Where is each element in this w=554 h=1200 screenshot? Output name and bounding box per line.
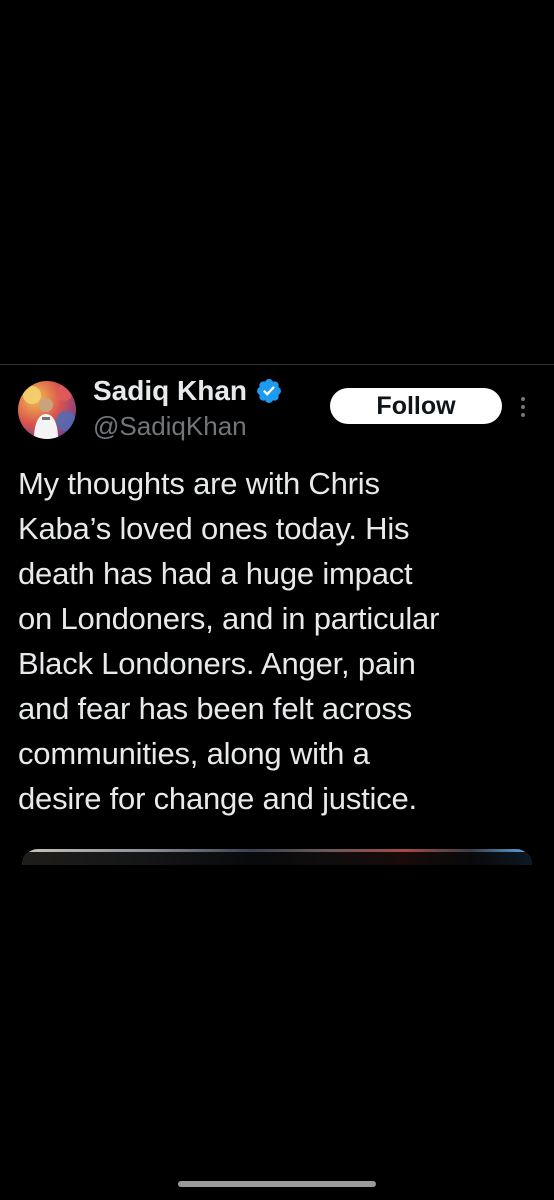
avatar-photo-icon <box>23 385 76 439</box>
follow-button[interactable]: Follow <box>330 388 502 424</box>
more-vertical-icon[interactable] <box>518 395 528 419</box>
author-avatar[interactable] <box>18 381 76 439</box>
tweet-card[interactable]: Sadiq Khan @SadiqKhan Follow My thoughts… <box>0 365 554 865</box>
author-display-name[interactable]: Sadiq Khan <box>93 375 247 407</box>
tweet-body-text: My thoughts are with Chris Kaba’s loved … <box>18 466 440 816</box>
author-handle[interactable]: @SadiqKhan <box>93 411 247 442</box>
verified-badge-icon <box>255 377 283 405</box>
home-indicator[interactable] <box>178 1181 376 1187</box>
tweet-media-preview[interactable] <box>22 849 532 865</box>
author-name-row: Sadiq Khan <box>93 373 283 409</box>
